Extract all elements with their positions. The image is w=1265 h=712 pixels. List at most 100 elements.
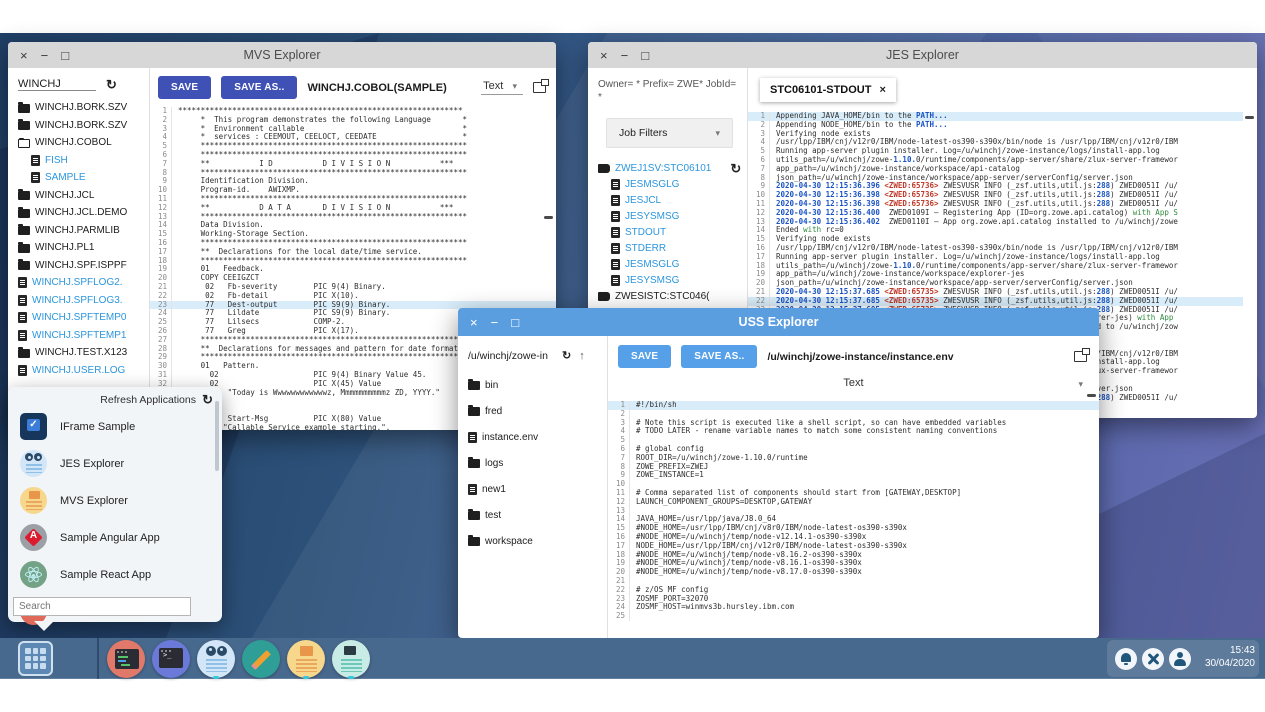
- refresh-applications[interactable]: Refresh Applications ↻: [8, 387, 222, 408]
- tree-item[interactable]: JESJCL: [598, 192, 747, 208]
- file-icon: [18, 295, 27, 306]
- tree-item[interactable]: ZWESISTC:STC046(: [598, 288, 747, 304]
- tree-item[interactable]: JESMSGLG: [598, 176, 747, 192]
- save-as-button[interactable]: SAVE AS..: [681, 345, 757, 368]
- tree-item[interactable]: test: [468, 502, 607, 528]
- tree-item[interactable]: WINCHJ.USER.LOG: [18, 362, 149, 380]
- tree-item[interactable]: JESYSMSG: [598, 272, 747, 288]
- dock-item-vt-terminal[interactable]: >_: [151, 638, 191, 679]
- uss-file-tree: binfredinstance.envlogsnew1test workspace: [468, 372, 607, 554]
- refresh-icon[interactable]: ↻: [730, 162, 741, 175]
- tree-item[interactable]: SAMPLE: [18, 169, 149, 187]
- tree-item[interactable]: WINCHJ.SPFLOG2.: [18, 274, 149, 292]
- popup-scrollbar-thumb[interactable]: [215, 401, 219, 471]
- tree-item[interactable]: fred: [468, 398, 607, 424]
- launcher-app-sample-react-app[interactable]: Sample React App: [8, 556, 222, 593]
- code-line: 24ZOSMF_HOST=winmvs3b.hursley.ibm.com: [608, 603, 1099, 612]
- clock: 15:43 30/04/2020: [1185, 644, 1255, 670]
- line-number: 6: [748, 156, 770, 165]
- save-button[interactable]: SAVE: [158, 76, 211, 99]
- tree-item[interactable]: workspace: [468, 528, 607, 554]
- app-label: IFrame Sample: [60, 421, 135, 433]
- tree-item[interactable]: WINCHJ.JCL: [18, 187, 149, 205]
- syntax-mode-select[interactable]: Text ▾: [481, 80, 523, 95]
- app-label: Sample Angular App: [60, 532, 160, 544]
- tree-item[interactable]: STDOUT: [598, 224, 747, 240]
- tree-item[interactable]: WINCHJ.BORK.SZV: [18, 117, 149, 135]
- save-as-button[interactable]: SAVE AS..: [221, 76, 297, 99]
- file-icon: [611, 227, 620, 238]
- tree-item[interactable]: WINCHJ.SPFTEMP0: [18, 309, 149, 327]
- tree-item-label: STDOUT: [625, 227, 666, 238]
- up-directory-icon[interactable]: ↑: [579, 350, 585, 362]
- tree-item-label: workspace: [485, 536, 533, 547]
- mvs-explorer-icon: [287, 640, 325, 678]
- tree-item[interactable]: ZWEJ1SV:STC06101↻: [598, 160, 747, 176]
- window-title: MVS Explorer: [8, 48, 556, 62]
- dock-item-uss-explorer[interactable]: [331, 638, 371, 679]
- mvs-sidebar: ↻ WINCHJ.BORK.SZVWINCHJ.BORK.SZVWINCHJ.C…: [8, 68, 150, 430]
- tree-item[interactable]: FISH: [18, 152, 149, 170]
- launcher-app-jes-explorer[interactable]: JES Explorer: [8, 445, 222, 482]
- tree-item[interactable]: JESYSMSG: [598, 208, 747, 224]
- line-number: 2: [748, 121, 770, 130]
- dock-item-mvs-explorer[interactable]: [286, 638, 326, 679]
- tree-item[interactable]: WINCHJ.SPF.ISPPF: [18, 257, 149, 275]
- line-number: 8: [748, 174, 770, 183]
- uss-path-input[interactable]: [468, 350, 554, 362]
- line-number: 7: [150, 160, 172, 169]
- open-in-new-window-icon[interactable]: [1074, 351, 1087, 362]
- refresh-icon[interactable]: ↻: [106, 78, 117, 91]
- tree-item[interactable]: JESMSGLG: [598, 256, 747, 272]
- notifications-bell-icon[interactable]: [1115, 648, 1137, 670]
- code-line: 4# TODO LATER - rename variable names to…: [608, 427, 1099, 436]
- syntax-mode-select[interactable]: Text: [608, 377, 1099, 389]
- mvs-scrollbar-thumb[interactable]: [544, 216, 553, 219]
- tree-item[interactable]: WINCHJ.JCL.DEMO: [18, 204, 149, 222]
- tree-item[interactable]: WINCHJ.COBOL: [18, 134, 149, 152]
- line-number: 4: [150, 133, 172, 142]
- spool-file-tab[interactable]: STC06101-STDOUT ×: [760, 78, 896, 102]
- save-button[interactable]: SAVE: [618, 345, 671, 368]
- tree-item[interactable]: WINCHJ.SPFTEMP1: [18, 327, 149, 345]
- running-indicator: [303, 676, 309, 679]
- launcher-app-iframe-sample[interactable]: ✓IFrame Sample: [8, 408, 222, 445]
- app-search-input[interactable]: [13, 597, 191, 616]
- refresh-icon[interactable]: ↻: [202, 393, 213, 406]
- folder-icon: [468, 459, 480, 468]
- dock-item-editor[interactable]: [241, 638, 281, 679]
- dock-item-jes-explorer[interactable]: [196, 638, 236, 679]
- jes-scrollbar-thumb[interactable]: [1245, 116, 1254, 119]
- settings-tools-icon[interactable]: [1142, 648, 1164, 670]
- app-launcher-button[interactable]: [18, 641, 53, 676]
- app-label: JES Explorer: [60, 458, 124, 470]
- dock-item-tn3270-terminal[interactable]: [106, 638, 146, 679]
- job-filters-dropdown[interactable]: Job Filters ▾: [606, 118, 733, 148]
- tree-item-label: WINCHJ.SPFTEMP1: [32, 330, 126, 341]
- tree-item[interactable]: new1: [468, 476, 607, 502]
- tree-item-label: JESMSGLG: [625, 179, 679, 190]
- tree-item[interactable]: bin: [468, 372, 607, 398]
- tree-item[interactable]: WINCHJ.PL1: [18, 239, 149, 257]
- tree-item[interactable]: WINCHJ.PARMLIB: [18, 222, 149, 240]
- tree-item[interactable]: STDERR: [598, 240, 747, 256]
- launcher-app-sample-angular-app[interactable]: ASample Angular App: [8, 519, 222, 556]
- line-number: 8: [150, 169, 172, 178]
- tab-close-icon[interactable]: ×: [879, 84, 885, 96]
- launcher-app-mvs-explorer[interactable]: MVS Explorer: [8, 482, 222, 519]
- dataset-search-input[interactable]: [18, 78, 96, 91]
- uss-editor-area: SAVE SAVE AS.. /u/winchj/zowe-instance/i…: [608, 336, 1099, 638]
- line-number: 1: [608, 401, 630, 410]
- tree-item[interactable]: instance.env: [468, 424, 607, 450]
- tree-item[interactable]: WINCHJ.SPFLOG3.: [18, 292, 149, 310]
- open-in-new-window-icon[interactable]: [533, 82, 546, 93]
- file-icon: [18, 312, 27, 323]
- jes-titlebar: × − □ JES Explorer: [588, 42, 1257, 68]
- refresh-icon[interactable]: ↻: [562, 351, 571, 362]
- uss-code-editor[interactable]: 1#!/bin/sh23# Note this script is execut…: [608, 398, 1099, 621]
- line-text: #!/bin/sh: [630, 401, 677, 410]
- uss-scrollbar-thumb[interactable]: [1087, 394, 1096, 397]
- tree-item[interactable]: logs: [468, 450, 607, 476]
- tree-item[interactable]: WINCHJ.TEST.X123: [18, 344, 149, 362]
- tree-item[interactable]: WINCHJ.BORK.SZV: [18, 99, 149, 117]
